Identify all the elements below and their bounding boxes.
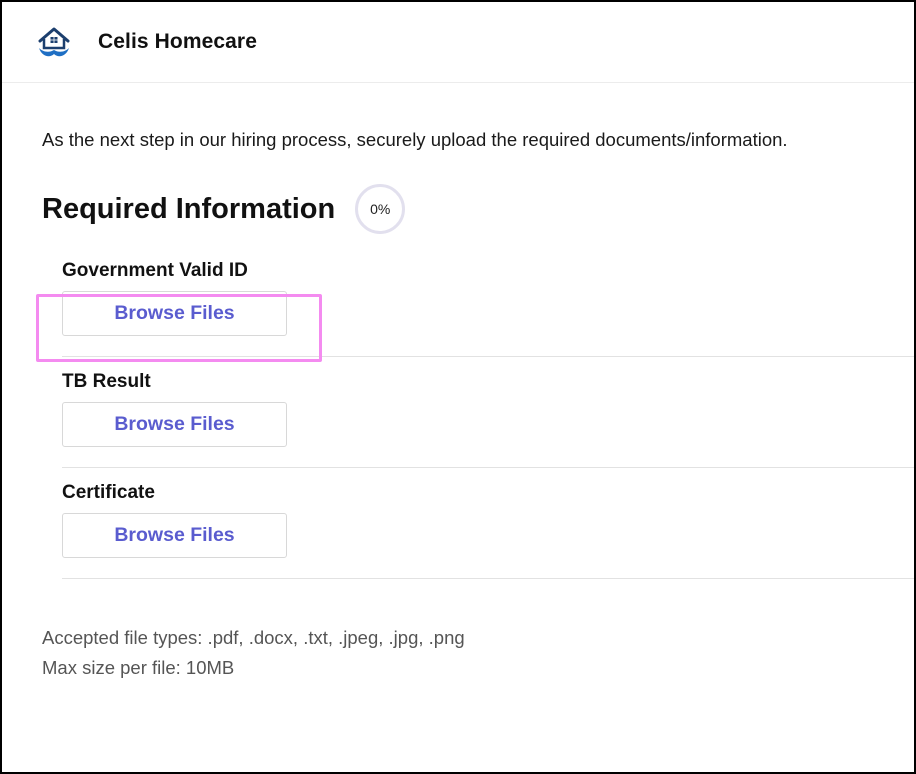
max-file-size: Max size per file: 10MB <box>42 657 235 678</box>
browse-files-button-tb-result[interactable]: Browse Files <box>62 402 287 447</box>
brand-name: Celis Homecare <box>98 30 257 53</box>
section-title: Required Information <box>42 192 336 225</box>
page-frame: Celis Homecare As the next step in our h… <box>0 0 916 774</box>
house-heart-logo-icon <box>36 24 72 60</box>
required-header: Required Information 0% <box>42 184 914 234</box>
accepted-file-types: Accepted file types: .pdf, .docx, .txt, … <box>42 627 465 648</box>
upload-list: Government Valid ID Browse Files TB Resu… <box>36 260 914 579</box>
app-header: Celis Homecare <box>2 2 914 83</box>
progress-indicator: 0% <box>355 184 406 234</box>
upload-item-government-id: Government Valid ID Browse Files <box>36 260 914 362</box>
browse-files-button-certificate[interactable]: Browse Files <box>62 513 287 558</box>
upload-label: Government Valid ID <box>62 260 248 281</box>
browse-files-button-government-id[interactable]: Browse Files <box>62 291 287 336</box>
upload-item-certificate: Certificate Browse Files <box>62 482 914 579</box>
intro-text: As the next step in our hiring process, … <box>42 129 788 150</box>
main-content: As the next step in our hiring process, … <box>2 129 914 683</box>
file-requirements: Accepted file types: .pdf, .docx, .txt, … <box>42 623 914 683</box>
upload-label: TB Result <box>62 371 151 392</box>
progress-label: 0% <box>370 201 391 217</box>
upload-item-tb-result: TB Result Browse Files <box>62 371 914 468</box>
upload-label: Certificate <box>62 482 155 503</box>
